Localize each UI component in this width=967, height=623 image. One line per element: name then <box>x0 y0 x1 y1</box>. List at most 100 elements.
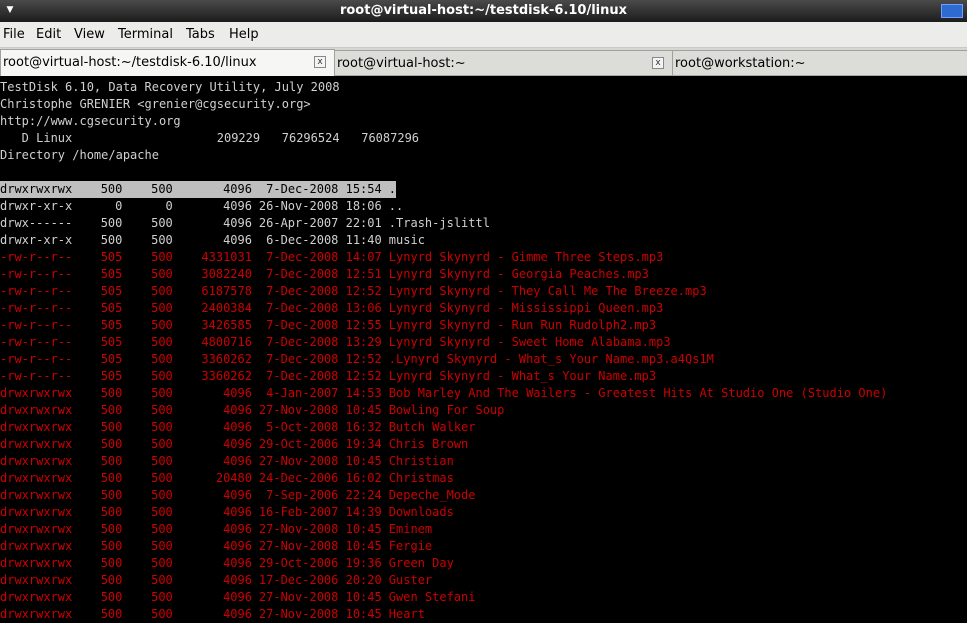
cell-date: 17-Dec-2006 <box>258 573 339 587</box>
listing-row[interactable]: drwxrwxrwx 500 500 20480 24-Dec-2006 16:02 Chr… <box>0 470 967 487</box>
cell-time: 10:45 <box>345 607 382 621</box>
cell-gid: 500 <box>151 369 173 383</box>
listing-row[interactable]: drwxrwxrwx 500 500 4096 4-Jan-2007 14:53 Bob M… <box>0 385 967 402</box>
cell-size: 3360262 <box>201 352 252 366</box>
cell-date: 7-Dec-2008 <box>266 250 339 264</box>
cell-date: 6-Dec-2008 <box>266 233 339 247</box>
cell-uid: 500 <box>100 403 123 417</box>
cell-perm: drwx------ <box>0 216 73 230</box>
cell-gid: 500 <box>151 216 173 230</box>
listing-row[interactable]: drwxrwxrwx 500 500 4096 27-Nov-2008 10:45 Bowl… <box>0 402 967 419</box>
cell-size: 4096 <box>223 386 252 400</box>
menu-view[interactable]: View <box>74 27 105 42</box>
menu-edit[interactable]: Edit <box>36 27 61 42</box>
cell-gid: 500 <box>151 471 173 485</box>
cell-date: 27-Nov-2008 <box>258 539 339 553</box>
cell-time: 16:32 <box>345 420 382 434</box>
tab-testdisk[interactable]: root@virtual-host:~/testdisk-6.10/linux … <box>0 49 335 76</box>
cell-gid: 500 <box>151 403 173 417</box>
menu-terminal[interactable]: Terminal <box>118 27 173 42</box>
listing-row[interactable]: drwxrwxrwx 500 500 4096 16-Feb-2007 14:39 Down… <box>0 504 967 521</box>
cell-name: Lynyrd Skynyrd - Run Run Rudolph2.mp3 <box>388 318 657 332</box>
listing-row[interactable]: drwxrwxrwx 500 500 4096 27-Nov-2008 10:45 Gwen… <box>0 589 967 606</box>
listing-row[interactable]: -rw-r--r-- 505 500 2400384 7-Dec-2008 13:06 Ly… <box>0 300 967 317</box>
cell-size: 4096 <box>223 233 252 247</box>
listing-row[interactable]: -rw-r--r-- 505 500 6187578 7-Dec-2008 12:52 Ly… <box>0 283 967 300</box>
listing-row[interactable]: drwxrwxrwx 500 500 4096 5-Oct-2008 16:32 Butch… <box>0 419 967 436</box>
cell-name: Lynyrd Skynyrd - Georgia Peaches.mp3 <box>388 267 649 281</box>
tab-virtual-host[interactable]: root@virtual-host:~ x <box>334 50 673 75</box>
listing-row[interactable]: drwxrwxrwx 500 500 4096 7-Sep-2006 22:24 Depec… <box>0 487 967 504</box>
cell-uid: 500 <box>100 573 123 587</box>
menu-file[interactable]: File <box>3 27 25 42</box>
listing-row[interactable]: drwxr-xr-x 500 500 4096 6-Dec-2008 11:40 music <box>0 232 967 249</box>
cell-name: .Trash-jslittl <box>388 216 490 230</box>
cell-gid: 500 <box>151 267 173 281</box>
close-icon[interactable]: x <box>314 56 326 68</box>
menu-tabs[interactable]: Tabs <box>186 27 215 42</box>
cell-perm: -rw-r--r-- <box>0 284 73 298</box>
cell-date: 24-Dec-2006 <box>258 471 339 485</box>
cell-perm: drwxrwxrwx <box>0 556 73 570</box>
cell-uid: 505 <box>100 352 123 366</box>
cell-time: 13:06 <box>345 301 382 315</box>
cell-gid: 500 <box>151 182 173 196</box>
terminal-area[interactable]: TestDisk 6.10, Data Recovery Utility, Ju… <box>0 76 967 621</box>
listing-row[interactable]: drwxrwxrwx 500 500 4096 17-Dec-2006 20:20 Gust… <box>0 572 967 589</box>
cell-gid: 500 <box>151 233 173 247</box>
cell-gid: 500 <box>151 352 173 366</box>
cell-time: 22:24 <box>345 488 382 502</box>
cell-size: 4096 <box>223 420 252 434</box>
listing-row[interactable]: drwxrwxrwx 500 500 4096 27-Nov-2008 10:45 Emin… <box>0 521 967 538</box>
cell-perm: drwxrwxrwx <box>0 182 73 196</box>
cell-gid: 500 <box>151 386 173 400</box>
listing-row[interactable]: drwx------ 500 500 4096 26-Apr-2007 22:01 .Tra… <box>0 215 967 232</box>
maximize-icon[interactable] <box>941 4 963 18</box>
listing-row[interactable]: -rw-r--r-- 505 500 3082240 7-Dec-2008 12:51 Ly… <box>0 266 967 283</box>
cell-name: Guster <box>388 573 433 587</box>
tab-bar: root@virtual-host:~/testdisk-6.10/linux … <box>0 48 967 76</box>
cell-perm: drwxrwxrwx <box>0 505 73 519</box>
listing-row[interactable]: -rw-r--r-- 505 500 3360262 7-Dec-2008 12:52 Ly… <box>0 368 967 385</box>
cell-size: 4096 <box>223 403 252 417</box>
listing-row[interactable]: -rw-r--r-- 505 500 3426585 7-Dec-2008 12:55 Ly… <box>0 317 967 334</box>
cell-size: 3082240 <box>201 267 252 281</box>
close-icon[interactable]: x <box>652 57 664 69</box>
header-line: Christophe GRENIER <grenier@cgsecurity.o… <box>0 97 311 111</box>
tab-label: root@virtual-host:~ <box>337 56 466 71</box>
listing-row[interactable]: -rw-r--r-- 505 500 3360262 7-Dec-2008 12:52 .L… <box>0 351 967 368</box>
listing-row[interactable]: drwxrwxrwx 500 500 4096 27-Nov-2008 10:45 Chri… <box>0 453 967 470</box>
menu-help[interactable]: Help <box>229 27 259 42</box>
cell-date: 5-Oct-2008 <box>266 420 339 434</box>
cell-perm: drwxrwxrwx <box>0 386 73 400</box>
cell-time: 13:29 <box>345 335 382 349</box>
cell-size: 3426585 <box>201 318 252 332</box>
cell-perm: -rw-r--r-- <box>0 352 73 366</box>
cell-time: 10:45 <box>345 522 382 536</box>
cell-gid: 500 <box>151 335 173 349</box>
cell-time: 12:52 <box>345 284 382 298</box>
tab-workstation[interactable]: root@workstation:~ <box>672 50 967 75</box>
listing-row[interactable]: drwxrwxrwx 500 500 4096 27-Nov-2008 10:45 Hear… <box>0 606 967 623</box>
cell-perm: drwxr-xr-x <box>0 199 73 213</box>
cell-perm: drwxrwxrwx <box>0 539 73 553</box>
cell-date: 7-Dec-2008 <box>266 335 339 349</box>
listing-row[interactable]: drwxrwxrwx 500 500 4096 27-Nov-2008 10:45 Ferg… <box>0 538 967 555</box>
listing-row[interactable]: drwxrwxrwx 500 500 4096 29-Oct-2006 19:34 Chri… <box>0 436 967 453</box>
cell-uid: 500 <box>100 539 123 553</box>
listing-row[interactable]: drwxrwxrwx 500 500 4096 29-Oct-2006 19:36 Gree… <box>0 555 967 572</box>
cell-date: 27-Nov-2008 <box>258 607 339 621</box>
cell-time: 12:55 <box>345 318 382 332</box>
cell-time: 14:07 <box>345 250 382 264</box>
menubar: File Edit View Terminal Tabs Help <box>0 22 967 48</box>
cell-size: 3360262 <box>201 369 252 383</box>
cell-gid: 500 <box>151 301 173 315</box>
cell-uid: 500 <box>100 505 123 519</box>
cell-time: 10:45 <box>345 403 382 417</box>
listing-row[interactable]: -rw-r--r-- 505 500 4331031 7-Dec-2008 14:07 Ly… <box>0 249 967 266</box>
listing-row[interactable]: drwxr-xr-x 0 0 4096 26-Nov-2008 18:06.. <box>0 198 967 215</box>
cell-gid: 500 <box>151 318 173 332</box>
cell-name: Lynyrd Skynyrd - Sweet Home Alabama.mp3 <box>388 335 671 349</box>
listing-row[interactable]: -rw-r--r-- 505 500 4800716 7-Dec-2008 13:29 Ly… <box>0 334 967 351</box>
listing-row[interactable]: drwxrwxrwx 500 500 4096 7-Dec-2008 15:54. <box>0 181 967 198</box>
